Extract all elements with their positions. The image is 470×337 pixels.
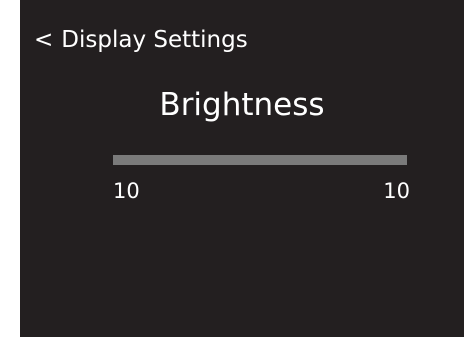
brightness-current-value: 10 bbox=[113, 179, 140, 203]
brightness-slider[interactable] bbox=[113, 155, 407, 165]
device-screen: < Display Settings Brightness 10 10 bbox=[20, 0, 464, 337]
chevron-left-icon: < bbox=[34, 27, 54, 53]
back-to-display-settings-button[interactable]: < Display Settings bbox=[34, 22, 248, 58]
brightness-max-value: 10 bbox=[383, 179, 410, 203]
brightness-slider-fill bbox=[113, 155, 407, 165]
page-title: Brightness bbox=[159, 87, 325, 123]
back-label: Display Settings bbox=[61, 27, 248, 53]
